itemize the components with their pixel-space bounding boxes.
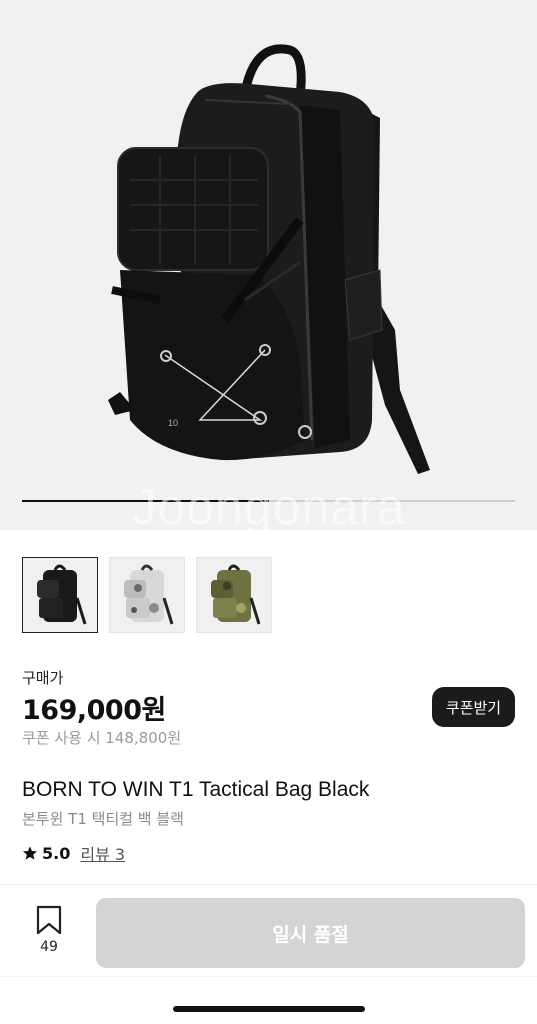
product-title: BORN TO WIN T1 Tactical Bag Black	[22, 778, 370, 801]
thumbnail-list	[22, 557, 272, 633]
bookmark-icon	[36, 905, 62, 935]
watermark: Joongonara	[131, 479, 406, 530]
divider	[0, 976, 537, 977]
bookmark-button[interactable]: 49	[22, 905, 76, 957]
divider	[0, 884, 537, 885]
price-label: 구매가	[22, 669, 64, 687]
rating-row: 5.0 리뷰 3	[22, 841, 125, 865]
price: 169,000원	[22, 695, 166, 726]
home-indicator	[173, 1006, 365, 1012]
backpack-thumb-icon	[211, 564, 261, 625]
product-subtitle: 본투윈 T1 택티컬 백 블랙	[22, 810, 184, 828]
product-image-carousel[interactable]: 10 Joongonara	[0, 0, 537, 530]
review-link[interactable]: 리뷰 3	[80, 841, 125, 865]
star-icon	[23, 846, 37, 860]
coupon-price: 쿠폰 사용 시 148,800원	[22, 729, 182, 747]
rating-value: 5.0	[42, 843, 71, 863]
bookmark-count: 49	[40, 939, 58, 955]
svg-text:10: 10	[168, 418, 178, 428]
backpack-thumb-icon	[37, 564, 87, 625]
thumbnail-black[interactable]	[22, 557, 98, 633]
thumbnail-green-camo[interactable]	[196, 557, 272, 633]
backpack-thumb-icon	[124, 564, 174, 625]
thumbnail-snow-camo[interactable]	[109, 557, 185, 633]
sold-out-button[interactable]: 일시 품절	[96, 898, 525, 968]
coupon-button[interactable]: 쿠폰받기	[432, 687, 515, 727]
backpack-image: 10	[108, 44, 430, 474]
